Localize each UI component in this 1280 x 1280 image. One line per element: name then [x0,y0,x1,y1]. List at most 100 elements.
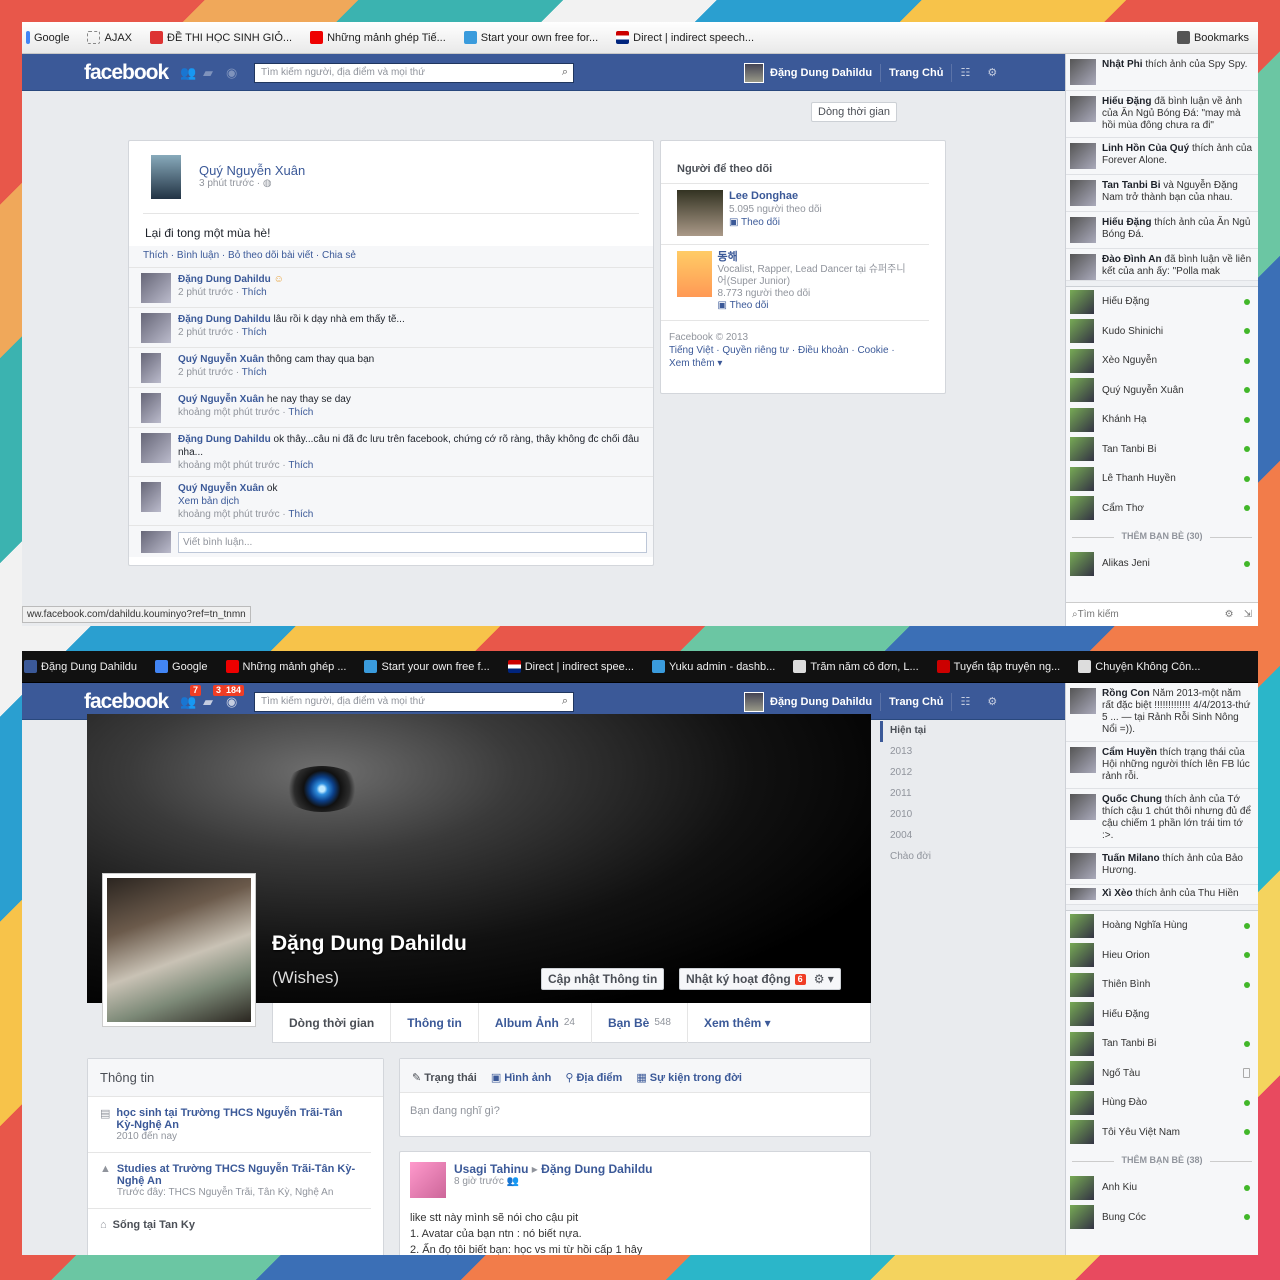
ticker-item[interactable]: Đào Đình An đã bình luận về liên kết của… [1066,249,1258,281]
about-text[interactable]: Sống tại Tan Ky [113,1219,195,1231]
like-link[interactable]: Thích [242,367,267,378]
other-bookmarks[interactable]: Bookmarks [1176,31,1258,44]
year-link[interactable]: Hiện tại [880,721,940,742]
avatar[interactable] [141,482,161,512]
search-icon[interactable]: ⌕ [562,66,568,79]
gear-icon[interactable]: ⚙ [1225,609,1234,620]
bookmark-item[interactable]: Direct | indirect speech... [616,31,763,44]
facebook-logo[interactable]: facebook [84,690,169,714]
like-link[interactable]: Thích [288,460,313,471]
search-input[interactable]: Tìm kiếm người, địa điểm và mọi thứ ⌕ [254,692,574,712]
chat-item[interactable]: Tan Tanbi Bi [1066,435,1258,465]
avatar[interactable] [141,353,161,383]
like-link[interactable]: Thích [242,327,267,338]
composer-tab-status[interactable]: ✎ Trạng thái [412,1071,477,1084]
chat-item[interactable]: Hiếu Đặng [1066,287,1258,317]
bookmark-item[interactable]: Google [26,31,78,44]
facebook-logo[interactable]: facebook [84,61,169,85]
ticker-item[interactable]: Hiếu Đặng đã bình luận về ảnh của Ăn Ngủ… [1066,91,1258,138]
ticker-item[interactable]: Linh Hồn Của Quý thích ảnh của Forever A… [1066,138,1258,175]
comment-author[interactable]: Đặng Dung Dahildu [178,434,271,445]
tab-timeline[interactable]: Dòng thời gian [273,1002,392,1043]
about-text[interactable]: học sinh tại Trường THCS Nguyễn Trãi-Tân… [116,1107,359,1131]
status-input[interactable]: Bạn đang nghĩ gì? [400,1093,870,1129]
update-info-button[interactable]: Cập nhật Thông tin [541,968,665,990]
chat-item[interactable]: Tôi Yêu Việt Nam [1066,1118,1258,1148]
friend-requests-icon[interactable]: 👥 [180,65,196,80]
like-link[interactable]: Thích [242,287,267,298]
avatar[interactable] [744,691,764,712]
gear-icon[interactable]: ⚙ [987,695,997,708]
bookmark-item[interactable]: Google [155,660,216,673]
activity-log-button[interactable]: Nhật ký hoạt động 6 ⚙ ▾ [679,968,841,990]
avatar[interactable] [141,273,171,303]
ticker-item[interactable]: Nhật Phi thích ảnh của Spy Spy. [1066,54,1258,91]
comment-author[interactable]: Quý Nguyễn Xuân [178,354,264,365]
post-author[interactable]: Quý Nguyễn Xuân [199,163,305,178]
comment-author[interactable]: Quý Nguyễn Xuân [178,394,264,405]
chat-item[interactable]: Thiên Bình [1066,970,1258,1000]
ticker-item[interactable]: Tan Tanbi Bi và Nguyễn Đặng Nam trở thàn… [1066,175,1258,212]
bookmark-item[interactable]: Direct | indirect spee... [507,660,643,673]
bookmark-item[interactable]: ĐỀ THI HỌC SINH GIỎ... [150,31,301,44]
notifications-icon[interactable]: ◉ [226,694,242,709]
year-link[interactable]: 2004 [880,826,940,847]
post-time[interactable]: 8 giờ trước [454,1176,504,1187]
like-link[interactable]: Thích [288,509,313,520]
year-link[interactable]: 2012 [880,763,940,784]
avatar[interactable] [744,62,764,83]
avatar[interactable] [151,155,181,199]
year-link[interactable]: 2011 [880,784,940,805]
bookmark-item[interactable]: Start your own free f... [364,660,498,673]
avatar[interactable] [141,313,171,343]
ticker-item[interactable]: Tuấn Milano thích ảnh của Bảo Hương. [1066,848,1258,885]
home-link[interactable]: Trang Chủ [889,696,943,708]
chat-item[interactable]: Quý Nguyễn Xuân [1066,376,1258,406]
gear-icon[interactable]: ⚙ [987,66,997,79]
comment-author[interactable]: Quý Nguyễn Xuân [178,483,264,494]
chat-item[interactable]: Lê Thanh Huyền [1066,464,1258,494]
tab-more[interactable]: Xem thêm ▾ [688,1003,787,1043]
notifications-icon[interactable]: ◉ [226,65,242,80]
avatar[interactable] [677,251,712,297]
post-author[interactable]: Usagi Tahinu [454,1162,528,1176]
search-input[interactable]: Tìm kiếm người, địa điểm và mọi thứ ⌕ [254,63,574,83]
footer-links[interactable]: Tiếng Việt · Quyền riêng tư · Điều khoản… [669,344,937,357]
composer-tab-life-event[interactable]: ▦ Sự kiện trong đời [636,1071,742,1084]
see-translation-link[interactable]: Xem bản dịch [178,495,313,508]
tab-photos[interactable]: Album Ảnh 24 [479,1002,592,1043]
bookmark-item[interactable]: Những mảnh ghép Tiế... [310,31,455,44]
chat-item[interactable]: Xèo Nguyễn [1066,346,1258,376]
avatar[interactable] [677,190,723,236]
chat-item[interactable]: Hoàng Nghĩa Hùng [1066,911,1258,941]
chat-item[interactable]: Alikas Jeni [1066,549,1258,579]
ticker-item[interactable]: Quốc Chung thích ảnh của Tớ thích cậu 1 … [1066,789,1258,848]
privacy-icon[interactable]: ☷ [960,66,970,79]
post-actions[interactable]: Thích · Bình luận · Bỏ theo dõi bài viết… [129,246,653,267]
chat-search[interactable]: ⌕ Tìm kiếm ⚙ ⇲ [1066,602,1258,626]
home-link[interactable]: Trang Chủ [889,67,943,79]
chat-item[interactable]: Kudo Shinichi [1066,317,1258,347]
tab-about[interactable]: Thông tin [391,1002,479,1043]
chat-item[interactable]: Bung Cóc [1066,1203,1258,1233]
messages-icon[interactable]: ▰ [203,65,219,80]
composer-tab-place[interactable]: ⚲ Địa điểm [565,1071,622,1084]
chat-item[interactable]: Hùng Đào [1066,1088,1258,1118]
bookmark-item[interactable]: Tuyển tập truyện ng... [936,660,1070,673]
year-link[interactable]: 2010 [880,805,940,826]
chat-item[interactable]: Khánh Hạ [1066,405,1258,435]
year-link[interactable]: Chào đời [880,847,940,868]
tab-friends[interactable]: Bạn Bè 548 [592,1002,688,1043]
about-text[interactable]: Studies at Trường THCS Nguyễn Trãi-Tân K… [117,1163,359,1187]
bookmark-item[interactable]: Start your own free for... [463,31,607,44]
search-icon[interactable]: ⌕ [562,695,568,708]
avatar[interactable] [141,433,171,463]
ticker-item[interactable]: Rồng Con Năm 2013-một năm rất đặc biệt !… [1066,683,1258,742]
profile-link[interactable]: Đặng Dung Dahildu [770,67,872,79]
comment-author[interactable]: Đặng Dung Dahildu [178,314,271,325]
chat-item[interactable]: Hiếu Đặng [1066,1000,1258,1030]
composer-tab-photo[interactable]: ▣ Hình ảnh [491,1071,552,1084]
chat-item[interactable]: Ngố Tàu [1066,1059,1258,1089]
popout-icon[interactable]: ⇲ [1244,609,1252,620]
year-link[interactable]: 2013 [880,742,940,763]
